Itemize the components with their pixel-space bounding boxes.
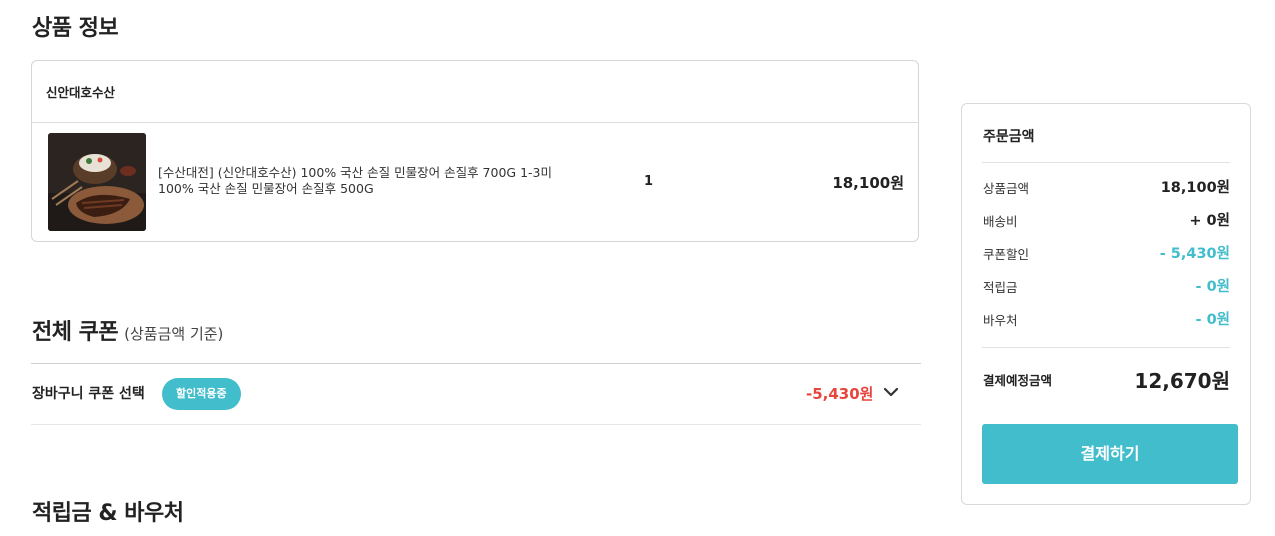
order-summary-panel: 주문금액 상품금액 18,100원 배송비 + 0원 쿠폰할인 - 5,430원… [961, 103, 1251, 505]
summary-row-coupon-discount: 쿠폰할인 - 5,430원 [983, 242, 1230, 262]
product-divider [32, 122, 918, 123]
coupon-discount-amount: -5,430원 [806, 385, 874, 403]
summary-value: - 0원 [1195, 279, 1231, 295]
summary-row-voucher: 바우처 - 0원 [983, 308, 1230, 328]
summary-value: + 0원 [1189, 213, 1230, 229]
discount-applied-badge: 할인적용중 [162, 378, 241, 410]
cart-coupon-label: 장바구니 쿠폰 선택 [32, 386, 145, 402]
summary-title: 주문금액 [983, 129, 1035, 145]
product-name-line2: 100% 국산 손질 민물장어 손질후 500G [158, 181, 374, 196]
chevron-down-icon[interactable] [882, 383, 900, 401]
product-price: 18,100원 [832, 174, 904, 192]
product-name-line1: [수산대전] (신안대호수산) 100% 국산 손질 민물장어 손질후 700G… [158, 165, 552, 180]
total-value: 12,670원 [1134, 369, 1230, 393]
summary-row-product-amount: 상품금액 18,100원 [983, 176, 1230, 196]
seller-name[interactable]: 신안대호수산 [46, 82, 115, 101]
summary-value: - 0원 [1195, 312, 1231, 328]
coupon-subtitle: (상품금액 기준) [124, 325, 224, 343]
coupon-section-title: 전체 쿠폰 (상품금액 기준) [32, 314, 223, 346]
product-image-icon [48, 133, 146, 231]
summary-label: 적립금 [983, 280, 1018, 295]
summary-row-points: 적립금 - 0원 [983, 275, 1230, 295]
summary-value: - 5,430원 [1159, 246, 1230, 262]
product-card: 신안대호수산 [수산대전] (신안대호수산) 100% 국산 손질 민물장어 손… [31, 60, 919, 242]
product-quantity: 1 [644, 174, 654, 189]
summary-value: 18,100원 [1160, 180, 1230, 196]
summary-label: 배송비 [983, 214, 1018, 229]
summary-divider-top [982, 162, 1230, 163]
summary-row-shipping: 배송비 + 0원 [983, 209, 1230, 229]
points-section-title: 적립금 & 바우처 [32, 501, 184, 526]
total-label: 결제예정금액 [983, 373, 1053, 388]
summary-divider-bottom [982, 347, 1230, 348]
coupon-divider-bottom [31, 424, 921, 425]
coupon-divider-top [31, 363, 921, 364]
summary-label: 상품금액 [983, 181, 1030, 196]
coupon-title-text: 전체 쿠폰 [32, 320, 119, 345]
pay-button[interactable]: 결제하기 [982, 424, 1238, 484]
product-thumbnail[interactable] [48, 133, 146, 231]
summary-label: 바우처 [983, 313, 1018, 328]
product-section-title: 상품 정보 [32, 16, 119, 41]
summary-label: 쿠폰할인 [983, 247, 1030, 262]
product-name[interactable]: [수산대전] (신안대호수산) 100% 국산 손질 민물장어 손질후 700G… [158, 165, 588, 197]
